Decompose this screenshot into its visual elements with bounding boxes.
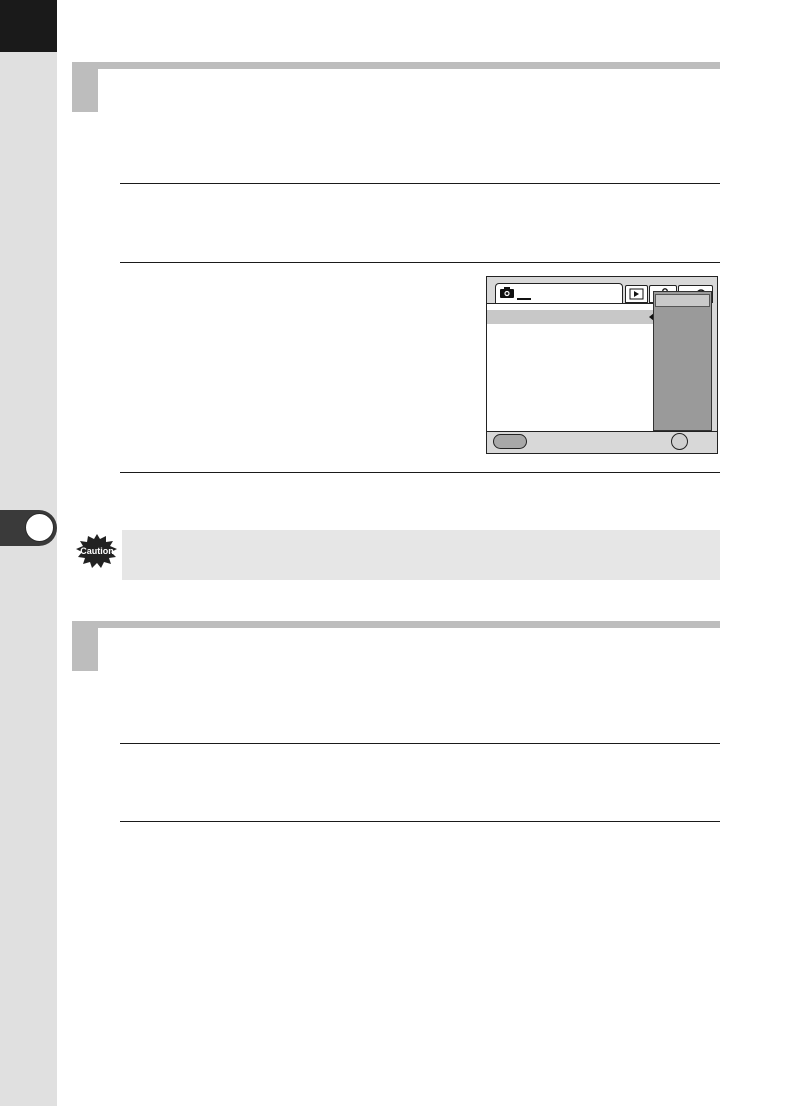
step-divider [120,262,720,263]
menu-item-selected [487,310,653,324]
section-header-block-1 [72,62,98,112]
camera-icon [500,287,514,298]
ok-button-icon [671,433,688,450]
play-icon [629,288,644,300]
tab-shooting [495,283,623,303]
option-dropdown [653,291,712,431]
step-divider [120,743,720,744]
menu-button-icon [493,434,527,449]
dropdown-selected-option [655,294,710,307]
step-divider [120,472,720,473]
caution-badge-label: Caution [80,546,114,556]
section-header-block-2 [72,621,98,671]
caution-note [122,530,720,580]
caution-text [122,530,720,554]
caution-icon: Caution [76,534,117,568]
step-divider [120,183,720,184]
chapter-sidebar [0,0,57,1106]
step-divider [120,821,720,822]
section-header-bar-1 [72,62,720,69]
page-indicator [517,298,531,300]
chapter-number-badge [25,513,54,542]
page-corner-mark [0,0,57,52]
section-header-bar-2 [72,621,720,628]
tab-playback [625,285,648,303]
